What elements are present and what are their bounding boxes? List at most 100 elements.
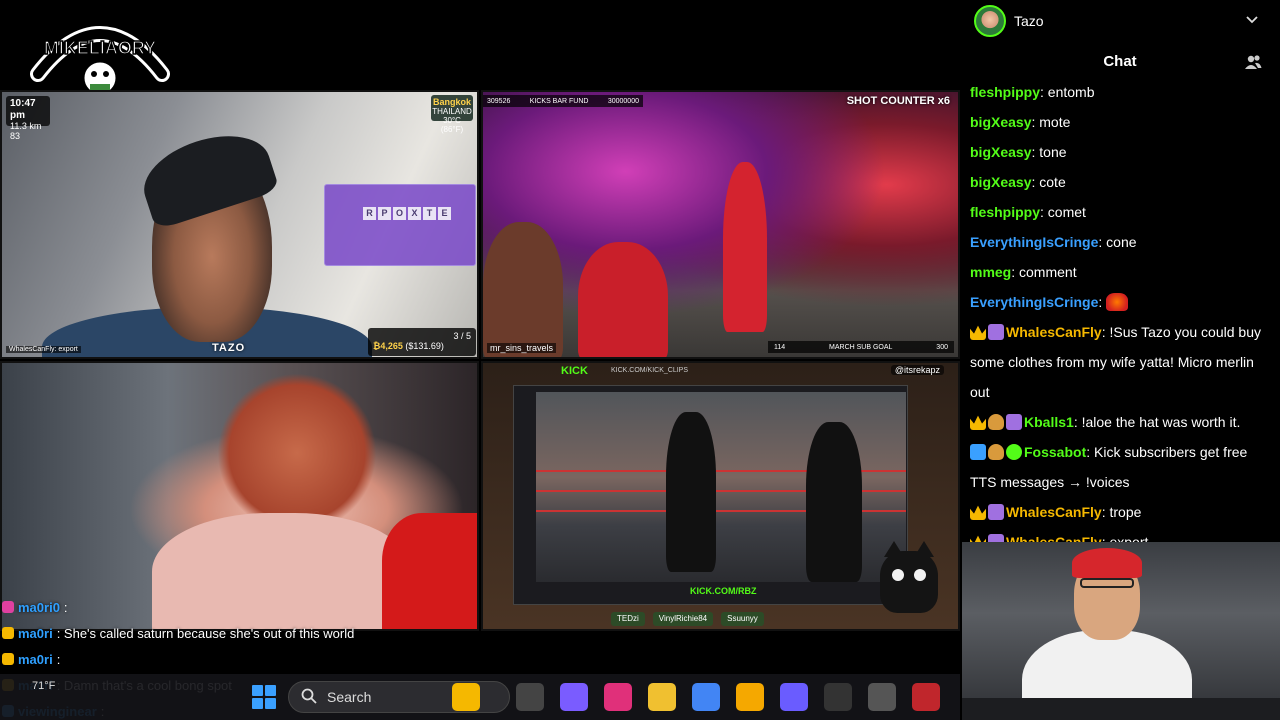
app-icon[interactable] <box>604 683 632 711</box>
chat-message[interactable]: bigXeasy: mote <box>970 107 1270 137</box>
vpn-icon[interactable] <box>780 683 808 711</box>
country-name: THAILAND <box>432 107 472 116</box>
chat-separator: : <box>1073 414 1082 430</box>
chat-message[interactable]: Kballs1: !aloe the hat was worth it. <box>970 407 1270 437</box>
overlay-chat-line: ma0ri: <box>2 646 472 672</box>
chat-message[interactable]: Fossabot: Kick subscribers get free TTS … <box>970 437 1270 497</box>
start-icon[interactable] <box>252 685 276 709</box>
chat-username[interactable]: WhalesCanFly <box>1006 534 1102 542</box>
windows-taskbar: 71°F Search <box>0 674 960 720</box>
puzzle-progress-box: 3 / 5 ₿4,265 ($131.69) <box>368 328 476 356</box>
overlay-chat-text: : She's called saturn because she's out … <box>56 625 355 641</box>
fund-current: 309526 <box>487 97 511 105</box>
chat-text: trope <box>1109 504 1142 520</box>
badge-icon <box>2 601 14 613</box>
shot-counter: SHOT COUNTER x6 <box>846 95 950 107</box>
chat-message-list[interactable]: fleshpippy: entomb bigXeasy: mote bigXeasy… <box>970 77 1270 542</box>
chat-username[interactable]: fleshpippy <box>970 204 1040 220</box>
widgets-icon[interactable] <box>452 683 480 711</box>
location-overlay: Bangkok THAILAND 30°C (86°F) <box>431 95 473 134</box>
embedded-browser: KICK.COM/RBZ <box>513 385 908 605</box>
puzzle-amount-usd: ($131.69) <box>405 341 444 351</box>
fund-target: 30000000 <box>607 97 639 105</box>
chat-text: cone <box>1106 234 1137 250</box>
chat-separator: : <box>1011 264 1020 280</box>
chevron-down-icon[interactable] <box>1246 12 1258 28</box>
chat-username[interactable]: bigXeasy <box>970 144 1031 160</box>
chat-username[interactable]: Kballs1 <box>1024 414 1074 430</box>
chat-message[interactable]: EverythingIsCringe: <box>970 287 1270 317</box>
puzzle-tile: O <box>393 207 406 220</box>
chat-text: comet <box>1047 204 1086 220</box>
subject-figure <box>483 222 563 357</box>
chat-message[interactable]: WhalesCanFly: trope <box>970 497 1270 527</box>
chat-separator: : <box>1086 444 1095 460</box>
chat-username[interactable]: mmeg <box>970 264 1011 280</box>
goal-current: 114 <box>774 343 786 351</box>
gift-badge-icon <box>988 534 1004 542</box>
boxing-stream-feed: KICK KICK.COM/KICK_CLIPS @itsrekapz KICK… <box>481 361 960 631</box>
temperature: 30°C (86°F) <box>440 116 464 134</box>
users-icon[interactable] <box>1244 54 1262 70</box>
chat-title: Chat <box>1103 53 1137 70</box>
chrome-icon[interactable] <box>692 683 720 711</box>
chat-username[interactable]: EverythingIsCringe <box>970 294 1098 310</box>
chat-message[interactable]: WhalesCanFly: !Sus Tazo you could buy so… <box>970 317 1270 407</box>
chat-text: entomb <box>1047 84 1095 100</box>
city-name: Bangkok <box>432 97 471 107</box>
puzzle-tiles: RPOXTE <box>363 207 451 220</box>
webcam-keyboard <box>962 698 1280 720</box>
profile-name: Tazo <box>1014 13 1044 29</box>
burger-badge-icon <box>988 414 1004 430</box>
puzzle-tile: P <box>378 207 391 220</box>
kick-logo: KICK <box>561 365 588 377</box>
search-placeholder: Search <box>327 689 372 705</box>
puzzle-tile: E <box>438 207 451 220</box>
weather-widget[interactable]: 71°F <box>32 680 55 692</box>
subject-figure <box>723 162 767 332</box>
chat-message[interactable]: EverythingIsCringe: cone <box>970 227 1270 257</box>
chat-username[interactable]: Fossabot <box>1024 444 1086 460</box>
red-app-icon[interactable] <box>912 683 940 711</box>
chat-text: cote <box>1039 174 1066 190</box>
streamer-handle: mr_sins_travels <box>487 343 557 353</box>
chat-message[interactable]: bigXeasy: tone <box>970 137 1270 167</box>
chat-username[interactable]: bigXeasy <box>970 114 1031 130</box>
puzzle-tile: R <box>363 207 376 220</box>
obs-icon[interactable] <box>824 683 852 711</box>
chat-username[interactable]: bigXeasy <box>970 174 1031 190</box>
crown-badge-icon <box>970 535 986 542</box>
puzzle-tile: T <box>423 207 436 220</box>
file-explorer-icon[interactable] <box>648 683 676 711</box>
chat-message[interactable]: fleshpippy: comet <box>970 197 1270 227</box>
emote-icon <box>1106 293 1129 311</box>
copilot-icon[interactable] <box>560 683 588 711</box>
chat-username[interactable]: WhalesCanFly <box>1006 324 1102 340</box>
chat-message[interactable]: fleshpippy: entomb <box>970 77 1270 107</box>
heartrate-readout: 83 <box>10 131 21 142</box>
camera-feed-tazo: 10:47 pm 11.3 km 83 Bangkok THAILAND 30°… <box>0 90 479 359</box>
march-sub-goal: 114 MARCH SUB GOAL 300 <box>768 341 954 353</box>
camera-app-icon[interactable] <box>868 683 896 711</box>
chat-message[interactable]: WhalesCanFly: export <box>970 527 1270 542</box>
chat-message[interactable]: bigXeasy: cote <box>970 167 1270 197</box>
puzzle-tile: X <box>408 207 421 220</box>
task-view-icon[interactable] <box>516 683 544 711</box>
cat-eye <box>892 569 904 581</box>
guest-hair <box>217 373 377 533</box>
gift-badge-icon <box>988 504 1004 520</box>
chat-username[interactable]: fleshpippy <box>970 84 1040 100</box>
chat-username[interactable]: EverythingIsCringe <box>970 234 1098 250</box>
chat-username[interactable]: WhalesCanFly <box>1006 504 1102 520</box>
sun-app-icon[interactable] <box>736 683 764 711</box>
chat-message[interactable]: mmeg: comment <box>970 257 1270 287</box>
profile-bar[interactable]: Tazo <box>960 0 1280 42</box>
crown-badge-icon <box>970 415 986 430</box>
overlay-chat-text: : <box>56 651 61 667</box>
overlay-chat-line: ma0ri: She's called saturn because she's… <box>2 620 472 646</box>
webcam-red-hat <box>1072 548 1142 578</box>
chat-text: export <box>1109 534 1149 542</box>
word-puzzle-overlay: RPOXTE <box>324 184 476 266</box>
webcam-glasses <box>1080 578 1134 588</box>
badge-icon <box>2 627 14 639</box>
